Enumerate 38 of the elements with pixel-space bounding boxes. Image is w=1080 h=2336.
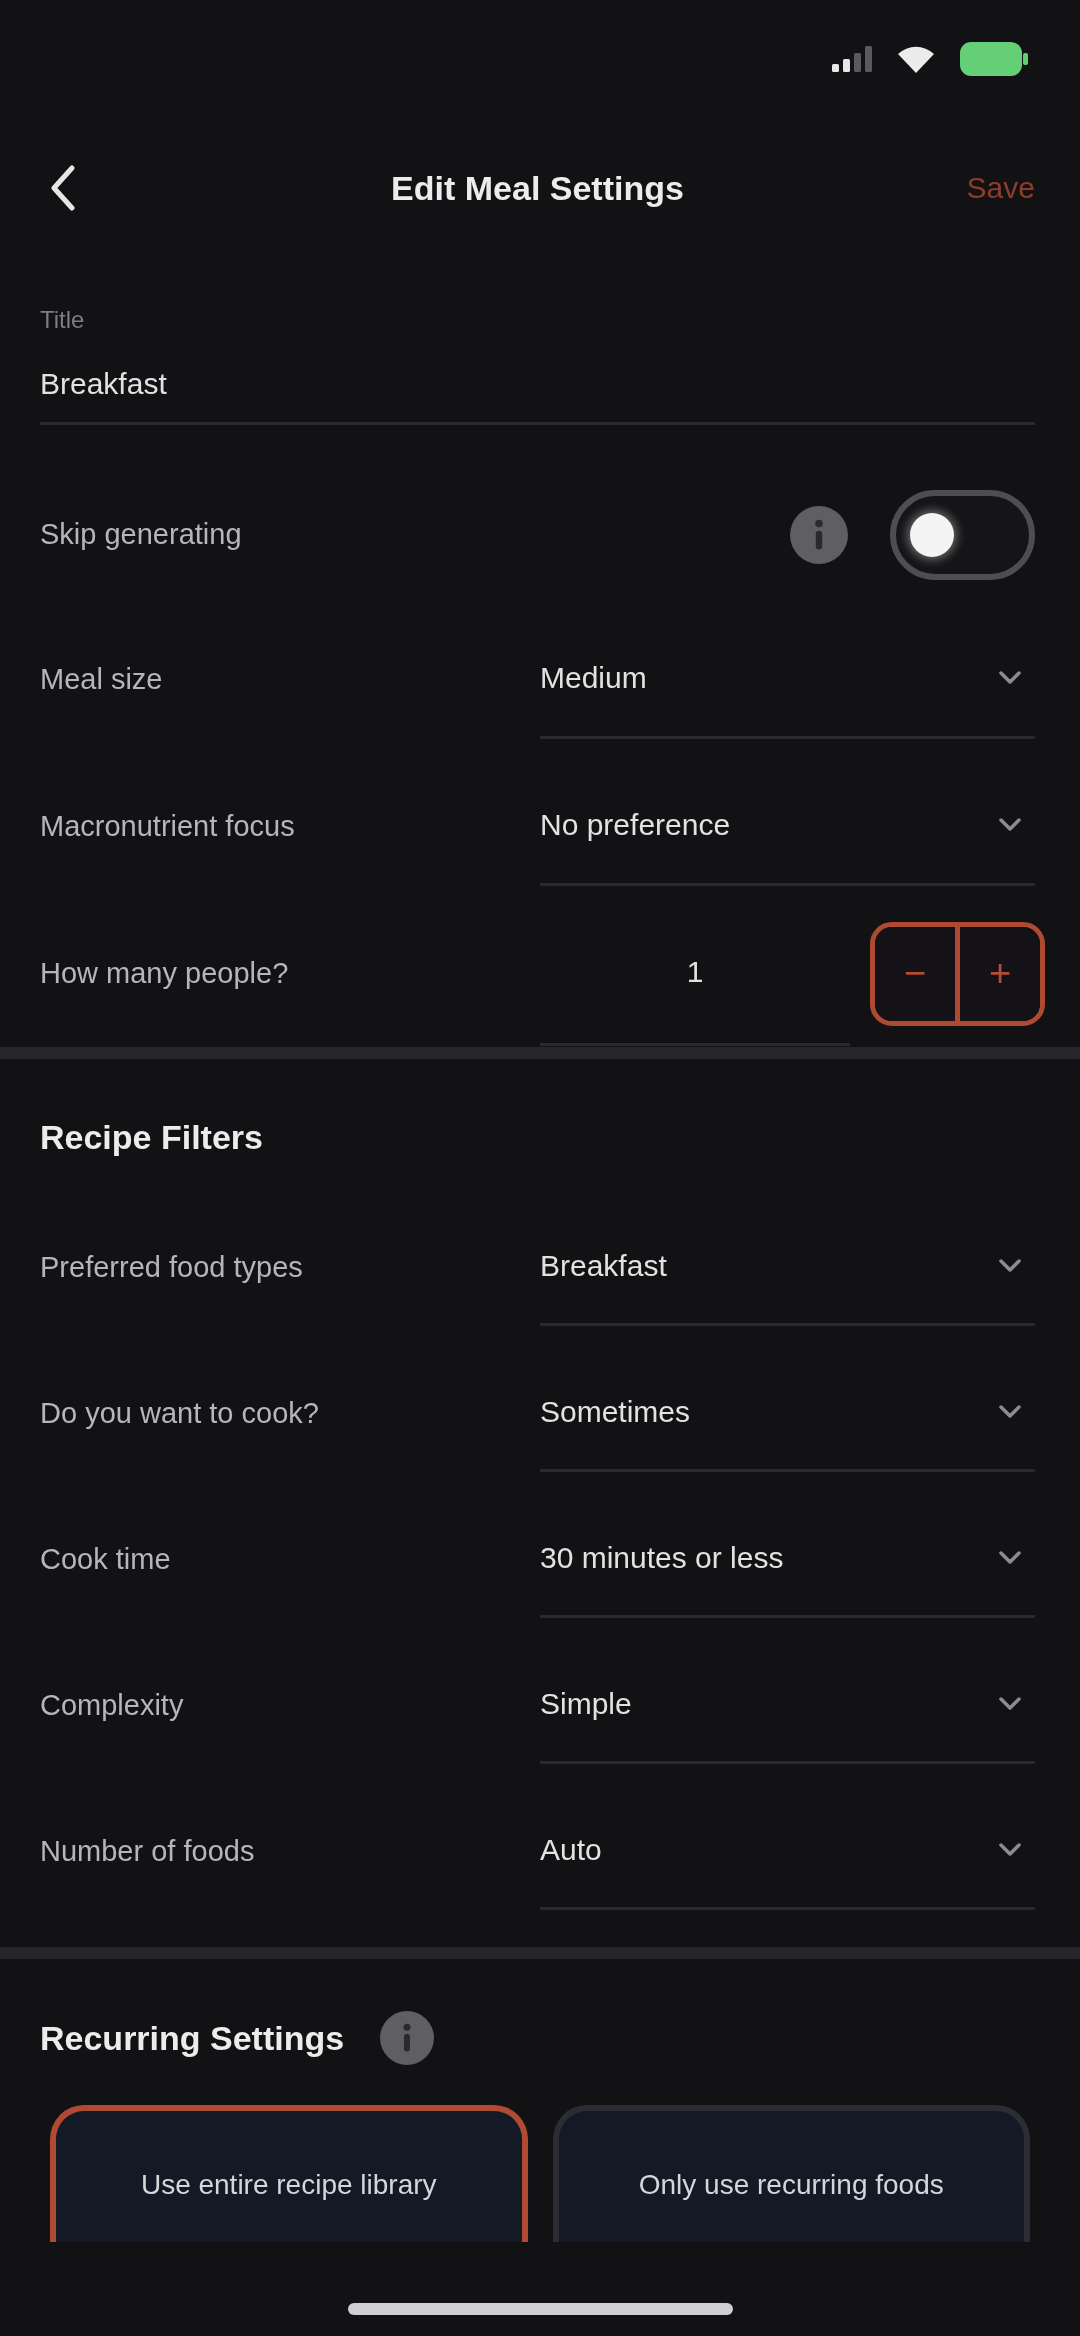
setting-label: Complexity [40, 1688, 185, 1722]
field-label: Title [40, 306, 85, 334]
chevron-down-icon [999, 671, 1021, 685]
setting-label: Macronutrient focus [40, 810, 296, 843]
select-field[interactable]: No preference [540, 767, 1035, 886]
signal-icon [832, 46, 872, 72]
wifi-icon [898, 45, 934, 73]
title-input[interactable]: Breakfast [40, 352, 1035, 425]
chevron-down-icon [999, 1842, 1021, 1857]
section-title: Recurring Settings [40, 2018, 345, 2058]
battery-icon [960, 42, 1028, 76]
setting-label: Meal size [40, 663, 164, 696]
select-field[interactable]: 30 minutes or less [540, 1500, 1035, 1618]
setting-label: Number of foods [40, 1834, 256, 1868]
select-field[interactable]: Sometimes [540, 1354, 1035, 1472]
chevron-down-icon [999, 1258, 1021, 1273]
select-field[interactable]: Auto [540, 1792, 1035, 1910]
setting-label: How many people? [40, 957, 290, 990]
stepper[interactable]: − + [870, 921, 1045, 1026]
select-field[interactable]: Medium [540, 620, 1035, 739]
setting-label: Cook time [40, 1542, 172, 1576]
chevron-down-icon [999, 1696, 1021, 1711]
screen-title: Edit Meal Settings [391, 168, 684, 208]
decrement-button[interactable]: − [875, 926, 960, 1021]
chevron-down-icon [999, 1550, 1021, 1565]
select-field[interactable]: Simple [540, 1646, 1035, 1764]
info-icon[interactable] [790, 505, 848, 564]
back-icon [50, 165, 76, 211]
section-title: Recipe Filters [40, 1118, 263, 1157]
chevron-down-icon [999, 818, 1021, 832]
chevron-down-icon [999, 1404, 1021, 1419]
option-card[interactable]: Use entire recipe library [50, 2105, 528, 2242]
info-icon[interactable] [380, 2011, 435, 2065]
select-field[interactable]: Breakfast [540, 1208, 1035, 1326]
option-card[interactable]: Only use recurring foods [552, 2105, 1030, 2242]
setting-label: Do you want to cook? [40, 1396, 320, 1430]
setting-label: Skip generating [40, 518, 243, 551]
setting-label: Preferred food types [40, 1250, 304, 1284]
